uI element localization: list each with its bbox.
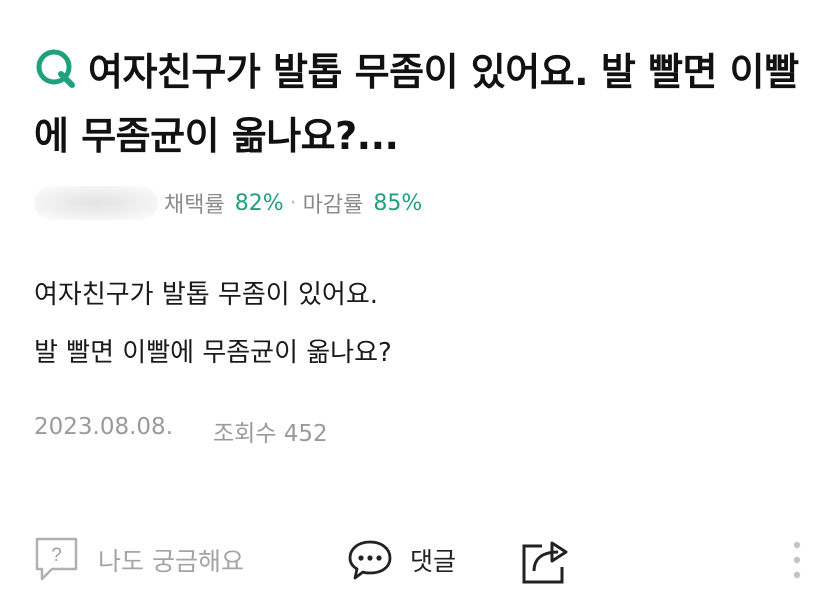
question-body-line: 여자친구가 발톱 무좀이 있어요. bbox=[34, 280, 379, 310]
action-bar: ? 나도 궁금해요 댓글 bbox=[34, 532, 814, 588]
question-body: 여자친구가 발톱 무좀이 있어요. 발 빨면 이빨에 무좀균이 옮나요? bbox=[34, 266, 794, 382]
view-count: 조회수 452 bbox=[213, 421, 328, 447]
svg-text:?: ? bbox=[51, 545, 62, 566]
author-row: 채택률 82% · 마감률 85% bbox=[34, 180, 422, 226]
question-date: 2023.08.08. bbox=[34, 414, 173, 440]
share-button[interactable] bbox=[520, 532, 574, 588]
adoption-rate-label: 채택률 bbox=[164, 193, 225, 218]
more-menu-button[interactable] bbox=[790, 532, 804, 588]
q-badge-icon bbox=[34, 46, 78, 90]
question-box-icon: ? bbox=[34, 536, 80, 584]
question-body-line: 발 빨면 이빨에 무좀균이 옮나요? bbox=[34, 338, 392, 368]
more-vertical-icon bbox=[790, 536, 804, 584]
question-title-text: 여자친구가 발톱 무좀이 있어요. 발 빨면 이빨에 무좀균이 옮나요?... bbox=[34, 50, 799, 158]
stat-separator: · bbox=[289, 190, 297, 216]
question-title: 여자친구가 발톱 무좀이 있어요. 발 빨면 이빨에 무좀균이 옮나요?... bbox=[34, 40, 814, 168]
curious-button-label: 나도 궁금해요 bbox=[98, 547, 244, 576]
adoption-rate-value: 82% bbox=[234, 190, 284, 216]
deadline-rate-value: 85% bbox=[373, 190, 423, 216]
question-meta: 2023.08.08. 조회수 452 bbox=[34, 414, 328, 448]
author-name-blurred[interactable] bbox=[34, 186, 158, 220]
share-icon bbox=[520, 535, 574, 585]
curious-button[interactable]: ? 나도 궁금해요 bbox=[34, 532, 244, 588]
deadline-rate-label: 마감률 bbox=[302, 193, 364, 218]
comment-button[interactable]: 댓글 bbox=[346, 532, 456, 588]
comment-button-label: 댓글 bbox=[410, 547, 457, 576]
speech-bubble-icon bbox=[346, 536, 394, 584]
